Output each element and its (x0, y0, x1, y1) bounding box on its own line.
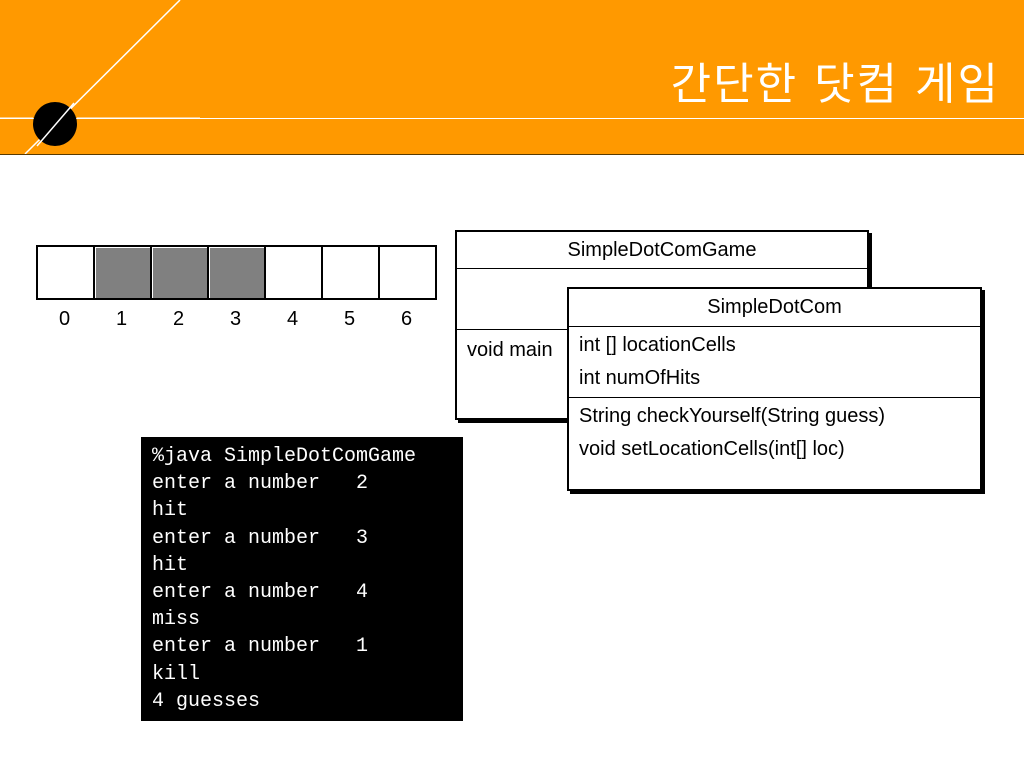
grid-index-label: 6 (400, 308, 413, 330)
console-line: enter a number 1 (152, 635, 369, 659)
grid-indices: 0 1 2 3 4 5 6 (36, 308, 435, 331)
grid-cell-occupied (95, 247, 152, 300)
console-line: enter a number 4 (152, 580, 369, 604)
grid-index-label: 3 (229, 308, 242, 330)
uml-method: void setLocationCells(int[] loc) (579, 438, 845, 460)
dotcom-grid (36, 245, 437, 300)
console-line: 4 guesses (152, 689, 261, 713)
uml-simpledotcom: SimpleDotCom int [] locationCells int num… (567, 287, 982, 491)
console-output: %java SimpleDotComGame enter a number 2 hi… (141, 437, 463, 721)
console-line: hit (152, 499, 189, 523)
grid-cell-occupied (209, 247, 266, 300)
uml-methods: String checkYourself(String guess) void s… (569, 398, 980, 486)
grid-index-label: 4 (286, 308, 299, 330)
console-line: kill (152, 662, 201, 686)
uml-attribute: int numOfHits (579, 367, 701, 389)
console-line: enter a number 2 (152, 472, 369, 496)
console-line: miss (152, 608, 201, 632)
grid-cell-empty (266, 247, 323, 300)
grid-index-label: 2 (172, 308, 185, 330)
uml-attributes: int [] locationCells int numOfHits (569, 327, 980, 398)
uml-attribute: int [] locationCells (579, 334, 736, 356)
title-banner: 간단한 닷컴 게임 (0, 0, 1024, 155)
grid-cell-empty (38, 247, 95, 300)
uml-class-name: SimpleDotCom (569, 289, 980, 327)
uml-class-name: SimpleDotComGame (457, 232, 867, 269)
slide-title: 간단한 닷컴 게임 (670, 59, 1000, 110)
grid-cell-occupied (152, 247, 209, 300)
console-line: enter a number 3 (152, 526, 369, 550)
grid-index-label: 0 (58, 308, 71, 330)
grid-index-label: 5 (343, 308, 356, 330)
console-line: hit (152, 553, 189, 577)
uml-method: String checkYourself(String guess) (579, 405, 886, 427)
grid-index-label: 1 (115, 308, 128, 330)
decorative-circle-icon (0, 0, 200, 154)
grid-cell-empty (323, 247, 380, 300)
console-line: %java SimpleDotComGame (152, 445, 417, 468)
grid-cell-empty (380, 247, 437, 300)
